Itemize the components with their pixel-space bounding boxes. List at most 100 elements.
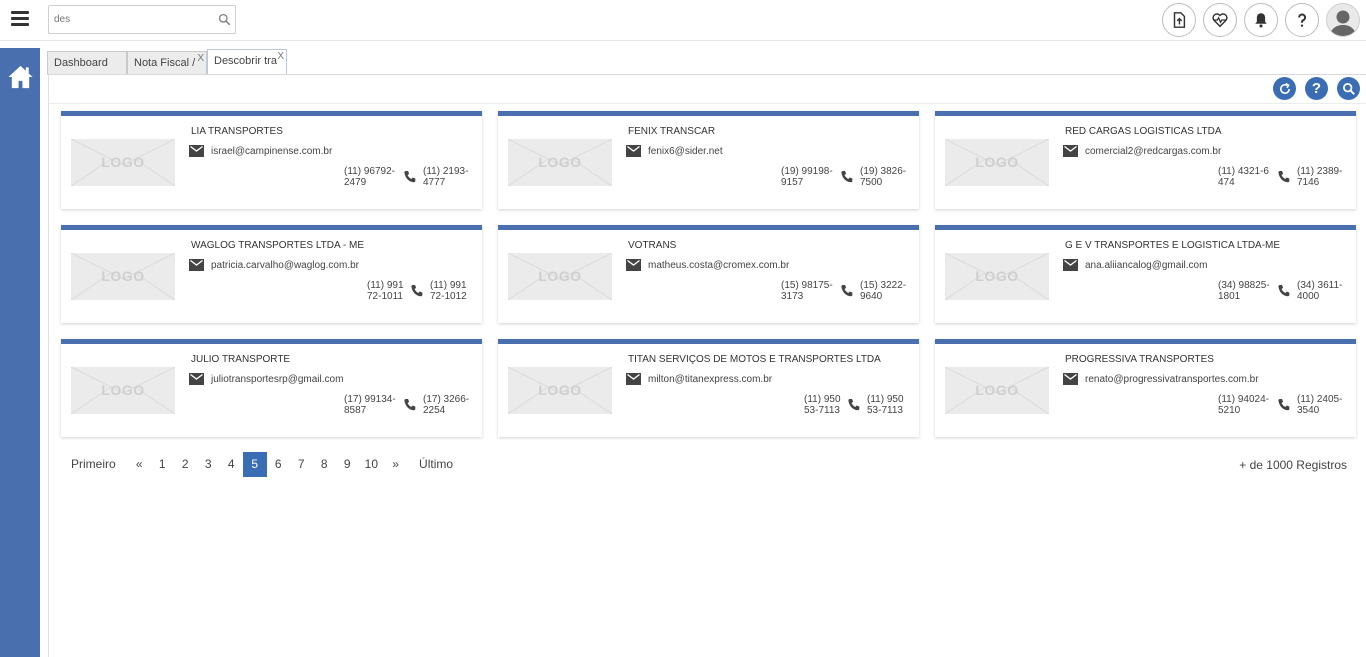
phone-number[interactable]: (11) 2405-3540 [1297,394,1346,416]
page-prev[interactable]: « [128,452,151,477]
company-email[interactable]: fenix6@sider.net [626,144,723,158]
logo-placeholder-text: LOGO [538,268,582,284]
phone-number[interactable]: (19) 99198-9157 [781,166,836,188]
carrier-card[interactable]: LOGO JULIO TRANSPORTE juliotransportesrp@g… [61,339,482,437]
phone-number[interactable]: (15) 98175-3173 [781,280,836,302]
search-input[interactable] [49,6,209,33]
user-avatar-button[interactable] [1326,3,1360,37]
carrier-card[interactable]: LOGO FENIX TRANSCAR fenix6@sider.net (19) 9… [498,111,919,209]
carrier-card[interactable]: LOGO VOTRANS matheus.costa@cromex.com.br (1… [498,225,919,323]
carrier-card[interactable]: LOGO RED CARGAS LOGISTICAS LTDA comercial2… [935,111,1356,209]
page-link[interactable]: 9 [336,452,359,477]
company-email[interactable]: renato@progressivatransportes.com.br [1063,372,1259,386]
company-email[interactable]: juliotransportesrp@gmail.com [189,372,343,386]
phone-icon [841,171,853,183]
tab-label: Dashboard [54,57,108,69]
company-logo-placeholder[interactable]: LOGO [945,253,1049,300]
tab-label: Nota Fiscal / I [134,57,196,69]
company-phones: (11) 4321-6474 (11) 2389-7146 [1218,166,1346,188]
phone-number[interactable]: (11) 96792-2479 [344,166,399,188]
tab-close-icon[interactable]: X [197,53,204,64]
company-email[interactable]: matheus.costa@cromex.com.br [626,258,789,272]
help-content-button[interactable]: ? [1305,77,1328,100]
company-phones: (19) 99198-9157 (19) 3826-7500 [781,166,909,188]
phone-number[interactable]: (11) 99172-1012 [430,280,472,302]
phone-icon [1278,171,1290,183]
page-link[interactable]: 8 [313,452,336,477]
phone-icon [404,399,416,411]
phone-number[interactable]: (17) 3266-2254 [423,394,472,416]
menu-icon[interactable] [11,11,29,27]
notifications-button[interactable] [1244,3,1278,37]
mail-icon [189,145,204,157]
tab-nota-fiscal[interactable]: Nota Fiscal / I X [127,51,207,75]
page-next[interactable]: » [384,452,407,477]
company-phones: (34) 98825-1801 (34) 3611-4000 [1218,280,1346,302]
home-icon[interactable] [7,64,34,90]
refresh-button[interactable] [1273,77,1296,100]
search-content-button[interactable] [1337,77,1360,100]
mail-icon [189,259,204,271]
search-box [48,5,236,34]
company-email[interactable]: ana.aliiancalog@gmail.com [1063,258,1207,272]
help-button[interactable] [1285,3,1319,37]
tab-dashboard[interactable]: Dashboard [47,51,127,75]
top-bar [0,0,1366,41]
company-logo-placeholder[interactable]: LOGO [508,253,612,300]
company-logo-placeholder[interactable]: LOGO [945,139,1049,186]
page-link[interactable]: 6 [267,452,290,477]
company-email[interactable]: comercial2@redcargas.com.br [1063,144,1221,158]
phone-number[interactable]: (11) 2193-4777 [423,166,472,188]
phone-number[interactable]: (11) 95053-7113 [867,394,909,416]
company-name: LIA TRANSPORTES [191,126,283,137]
toolbar-divider [49,103,1366,104]
phone-number[interactable]: (11) 95053-7113 [804,394,843,416]
carrier-card[interactable]: LOGO LIA TRANSPORTES israel@campinense.com… [61,111,482,209]
company-logo-placeholder[interactable]: LOGO [71,139,175,186]
page-link[interactable]: 7 [290,452,313,477]
page-link[interactable]: 4 [220,452,243,477]
company-name: G E V TRANSPORTES E LOGISTICA LTDA-ME [1065,240,1281,251]
search-icon[interactable] [218,13,231,26]
page-first[interactable]: Primeiro [65,452,122,477]
company-phones: (11) 96792-2479 (11) 2193-4777 [344,166,472,188]
carrier-card[interactable]: LOGO TITAN SERVIÇOS DE MOTOS E TRANSPORTE… [498,339,919,437]
mail-icon [1063,259,1078,271]
company-email[interactable]: milton@titanexpress.com.br [626,372,772,386]
company-logo-placeholder[interactable]: LOGO [71,367,175,414]
phone-number[interactable]: (11) 4321-6474 [1218,166,1273,188]
phone-number[interactable]: (17) 99134-8587 [344,394,399,416]
phone-icon [848,399,860,411]
page-last[interactable]: Último [413,452,459,477]
company-email[interactable]: israel@campinense.com.br [189,144,332,158]
tab-close-icon[interactable]: X [277,51,284,62]
company-phones: (11) 95053-7113 (11) 95053-7113 [804,394,909,416]
page-link-current[interactable]: 5 [242,452,267,477]
phone-number[interactable]: (11) 99172-1011 [367,280,406,302]
page-link[interactable]: 3 [197,452,220,477]
page-link[interactable]: 10 [359,452,384,477]
phone-number[interactable]: (34) 98825-1801 [1218,280,1273,302]
company-logo-placeholder[interactable]: LOGO [71,253,175,300]
phone-number[interactable]: (15) 3222-9640 [860,280,909,302]
phone-number[interactable]: (11) 2389-7146 [1297,166,1346,188]
email-text: renato@progressivatransportes.com.br [1085,373,1259,385]
carrier-card[interactable]: LOGO PROGRESSIVA TRANSPORTES renato@progre… [935,339,1356,437]
bell-icon [1255,13,1267,28]
page-link[interactable]: 2 [174,452,197,477]
company-phones: (15) 98175-3173 (15) 3222-9640 [781,280,909,302]
health-button[interactable] [1203,3,1237,37]
tab-descobrir[interactable]: Descobrir tra X [207,49,287,75]
upload-file-button[interactable] [1162,3,1196,37]
carrier-card[interactable]: LOGO WAGLOG TRANSPORTES LTDA - ME patricia… [61,225,482,323]
mail-icon [626,145,641,157]
company-logo-placeholder[interactable]: LOGO [945,367,1049,414]
company-logo-placeholder[interactable]: LOGO [508,139,612,186]
company-logo-placeholder[interactable]: LOGO [508,367,612,414]
phone-number[interactable]: (34) 3611-4000 [1297,280,1346,302]
carrier-card[interactable]: LOGO G E V TRANSPORTES E LOGISTICA LTDA-M… [935,225,1356,323]
phone-number[interactable]: (19) 3826-7500 [860,166,909,188]
page-link[interactable]: 1 [151,452,174,477]
company-email[interactable]: patricia.carvalho@waglog.com.br [189,258,359,272]
phone-number[interactable]: (11) 94024-5210 [1218,394,1273,416]
